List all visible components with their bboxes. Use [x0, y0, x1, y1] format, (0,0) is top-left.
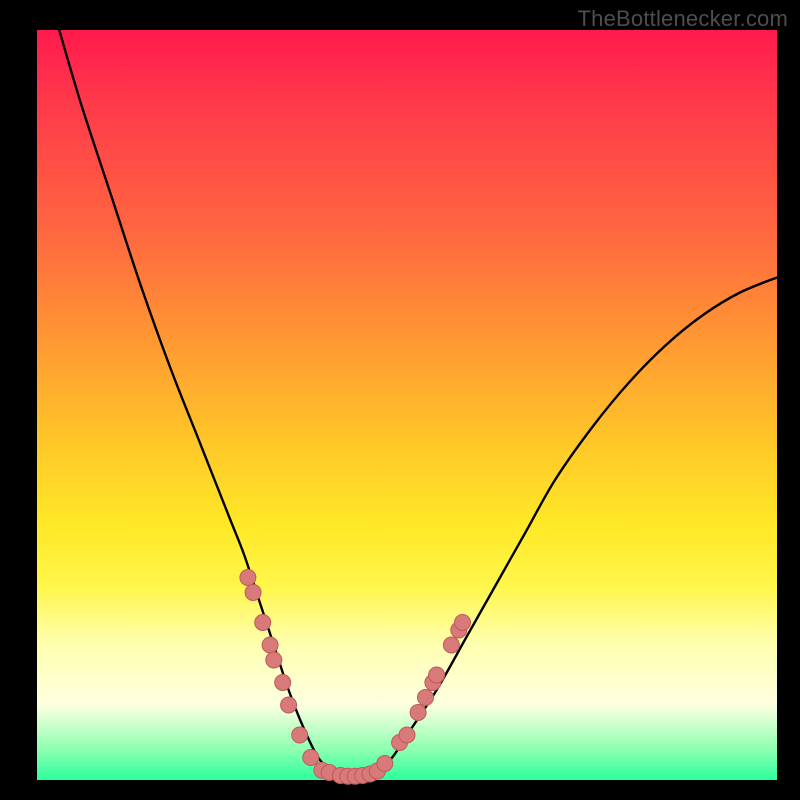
data-dot — [303, 750, 319, 766]
data-dot — [275, 675, 291, 691]
data-dot — [399, 727, 415, 743]
data-dot — [266, 652, 282, 668]
data-dot — [377, 756, 393, 772]
data-dot — [245, 585, 261, 601]
data-dots — [240, 570, 471, 785]
data-dot — [255, 615, 271, 631]
data-dot — [429, 667, 445, 683]
data-dot — [262, 637, 278, 653]
data-dot — [410, 705, 426, 721]
data-dot — [292, 727, 308, 743]
data-dot — [281, 697, 297, 713]
chart-frame: TheBottlenecker.com — [0, 0, 800, 800]
chart-svg — [37, 30, 777, 780]
bottleneck-curve — [59, 30, 777, 781]
data-dot — [455, 615, 471, 631]
data-dot — [443, 637, 459, 653]
data-dot — [418, 690, 434, 706]
attribution-label: TheBottlenecker.com — [578, 6, 788, 32]
plot-area — [37, 30, 777, 780]
data-dot — [240, 570, 256, 586]
